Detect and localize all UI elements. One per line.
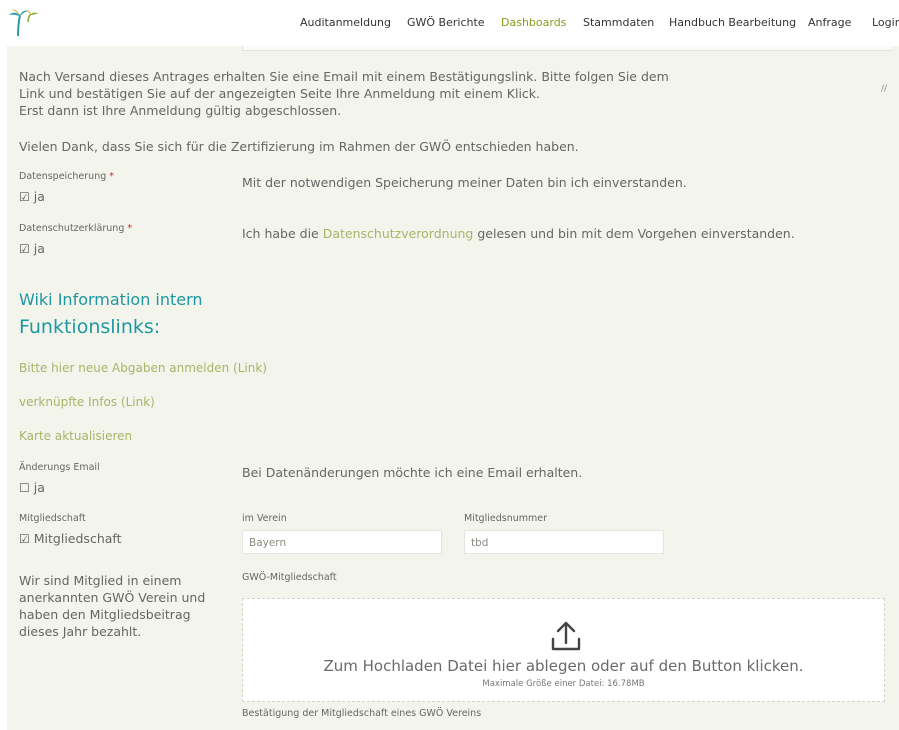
palm-logo-icon[interactable] <box>6 6 40 38</box>
checkbox-checked-icon[interactable]: ☑ <box>19 242 30 256</box>
datenschutz-label: Datenschutzerklärung * <box>19 223 133 234</box>
thanks-text: Vielen Dank, dass Sie sich für die Zerti… <box>19 139 579 154</box>
datenschutz-checkbox[interactable]: ☑ ja <box>19 241 45 256</box>
intro-line-3: Erst dann ist Ihre Anmeldung gültig abge… <box>19 103 342 118</box>
mitgliedschaft-label: Mitgliedschaft <box>19 513 86 524</box>
mitgliedsnummer-label: Mitgliedsnummer <box>464 513 547 524</box>
resize-handle[interactable]: // <box>881 84 887 94</box>
datenspeicherung-text: Mit der notwendigen Speicherung meiner D… <box>242 175 687 190</box>
nav-item-auditanmeldung[interactable]: Auditanmeldung <box>300 16 391 29</box>
checkbox-checked-icon[interactable]: ☑ <box>19 532 30 546</box>
nav-item-dashboards[interactable]: Dashboards <box>501 16 566 29</box>
upload-label: GWÖ-Mitgliedschaft <box>242 572 337 583</box>
checkbox-unchecked-icon[interactable]: ☐ <box>19 481 30 495</box>
mitgliedsnummer-input[interactable]: tbd <box>464 530 664 554</box>
required-marker: * <box>109 171 115 182</box>
dropzone-text: Zum Hochladen Datei hier ablegen oder au… <box>323 657 804 675</box>
nav-item-anfrage[interactable]: Anfrage <box>808 16 851 29</box>
aenderungs-email-label: Änderungs Email <box>19 462 100 473</box>
datenspeicherung-checkbox[interactable]: ☑ ja <box>19 189 45 204</box>
link-karte-aktualisieren[interactable]: Karte aktualisieren <box>19 429 132 443</box>
funktionslinks-heading: Funktionslinks: <box>19 316 161 338</box>
mitgliedschaft-note-4: dieses Jahr bezahlt. <box>19 624 142 639</box>
mitgliedschaft-note-1: Wir sind Mitglied in einem <box>19 573 182 588</box>
upload-icon[interactable] <box>550 619 582 653</box>
datenschutz-text: Ich habe die Datenschutzverordnung geles… <box>242 226 795 241</box>
file-dropzone[interactable]: Zum Hochladen Datei hier ablegen oder au… <box>242 598 885 702</box>
required-marker: * <box>127 223 133 234</box>
mitgliedschaft-checkbox[interactable]: ☑ Mitgliedschaft <box>19 531 121 546</box>
datenschutzverordnung-link[interactable]: Datenschutzverordnung <box>323 226 474 241</box>
link-verknuepfte-infos[interactable]: verknüpfte Infos (Link) <box>19 395 155 409</box>
mitgliedschaft-note-2: anerkannten GWÖ Verein und <box>19 590 206 605</box>
form-panel: // Nach Versand dieses Antrages erhalten… <box>7 46 899 730</box>
verein-label: im Verein <box>242 513 287 524</box>
intro-line-1: Nach Versand dieses Antrages erhalten Si… <box>19 69 669 84</box>
nav-item-stammdaten[interactable]: Stammdaten <box>583 16 654 29</box>
max-filesize-text: Maximale Größe einer Datei: 16.78MB <box>482 679 645 689</box>
nav-item-login[interactable]: Login <box>872 16 899 29</box>
top-navigation-bar: Auditanmeldung GWÖ Berichte Dashboards S… <box>0 0 899 46</box>
mitgliedschaft-note-3: haben den Mitgliedsbeitrag <box>19 607 191 622</box>
link-neue-abgaben[interactable]: Bitte hier neue Abgaben anmelden (Link) <box>19 361 267 375</box>
intro-line-2: Link und bestätigen Sie auf der angezeig… <box>19 86 541 101</box>
wiki-heading: Wiki Information intern <box>19 290 203 309</box>
previous-field-frame <box>242 46 893 51</box>
aenderungs-email-checkbox[interactable]: ☐ ja <box>19 480 45 495</box>
verein-input[interactable]: Bayern <box>242 530 442 554</box>
nav-item-gwoe-berichte[interactable]: GWÖ Berichte <box>407 16 485 29</box>
checkbox-checked-icon[interactable]: ☑ <box>19 190 30 204</box>
nav-item-handbuch-bearbeitung[interactable]: Handbuch Bearbeitung <box>669 16 796 29</box>
upload-hint: Bestätigung der Mitgliedschaft eines GWÖ… <box>242 708 482 719</box>
aenderungs-email-text: Bei Datenänderungen möchte ich eine Emai… <box>242 465 583 480</box>
datenspeicherung-label: Datenspeicherung * <box>19 171 115 182</box>
